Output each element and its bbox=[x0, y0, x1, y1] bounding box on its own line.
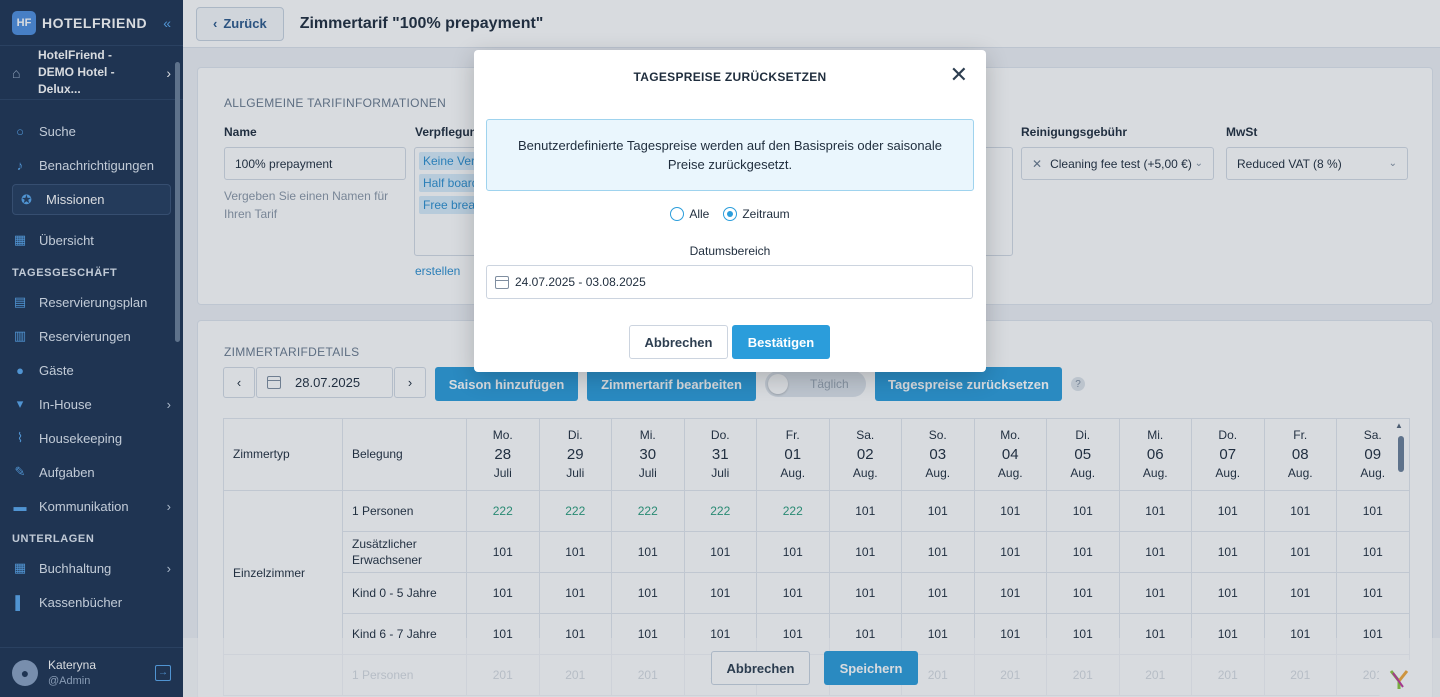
modal-info-box: Benutzerdefinierte Tagespreise werden au… bbox=[486, 119, 974, 191]
modal-confirm-button[interactable]: Bestätigen bbox=[732, 325, 830, 359]
reset-prices-modal: TAGESPREISE ZURÜCKSETZEN ✕ Benutzerdefin… bbox=[474, 50, 986, 372]
radio-label: Alle bbox=[689, 207, 710, 221]
calendar-icon bbox=[495, 275, 509, 289]
date-range-label: Datumsbereich bbox=[689, 244, 771, 258]
modal-cancel-button[interactable]: Abbrechen bbox=[629, 325, 728, 359]
modal-title: TAGESPREISE ZURÜCKSETZEN bbox=[633, 70, 827, 84]
close-icon[interactable]: ✕ bbox=[950, 64, 968, 86]
radio-dot bbox=[727, 211, 734, 217]
scope-radio-group: Alle Zeitraum bbox=[474, 207, 986, 221]
radio-label: Zeitraum bbox=[742, 207, 790, 221]
date-range-input[interactable]: 24.07.2025 - 03.08.2025 bbox=[486, 265, 973, 299]
radio-all[interactable]: Alle bbox=[670, 207, 709, 221]
radio-range[interactable]: Zeitraum bbox=[723, 207, 790, 221]
date-range-value: 24.07.2025 - 03.08.2025 bbox=[515, 275, 646, 289]
radio-circle bbox=[670, 207, 685, 221]
radio-circle bbox=[723, 207, 738, 221]
